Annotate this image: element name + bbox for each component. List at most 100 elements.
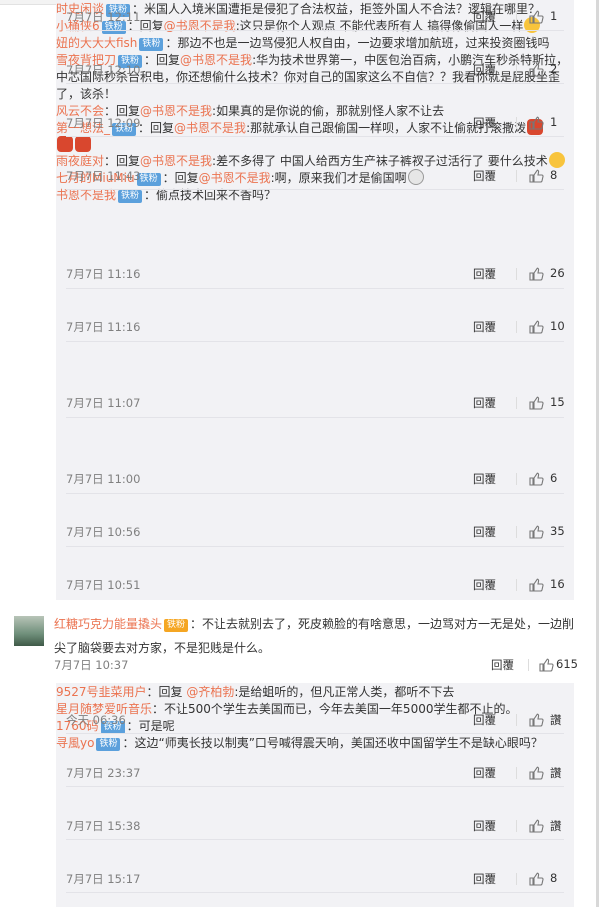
reply-button[interactable]: 回覆 (473, 395, 496, 411)
reply-text: 寻風yo 铁粉 ：这边“师夷长技以制夷”口号喊得震天响，美国还收中国留学生不是缺心眼… (56, 736, 543, 751)
username-link[interactable]: 红糖巧克力能量撬头 (54, 617, 162, 631)
like-count: 1 (550, 115, 558, 129)
thumbs-up-icon (529, 10, 544, 24)
like-button[interactable]: 16 (516, 577, 565, 593)
like-button[interactable]: 1 (516, 115, 562, 131)
reply-text: 9527号韭菜用户：回复 @齐柏勃:是给蛆听的，但凡正常人类，都听不下去 (56, 685, 455, 699)
thumbs-up-icon (529, 713, 544, 727)
comment-meta: 7月7日 10:56 回覆 35 (66, 524, 565, 540)
mention-link[interactable]: @齐柏勃 (186, 685, 234, 699)
timestamp: 7月7日 12:09 (66, 116, 141, 130)
reply-text: 雨夜庭对：回复@书恩不是我:差不多得了 中国人给西方生产袜子裤衩子过活行了 要什… (56, 152, 574, 169)
thumbs-up-icon (529, 766, 544, 780)
like-button[interactable]: 15 (516, 395, 565, 411)
reply-button[interactable]: 回覆 (473, 577, 496, 593)
fan-badge: 铁粉 (164, 619, 189, 632)
like-button[interactable]: 10 (516, 319, 565, 335)
username-link[interactable]: 雨夜庭对 (56, 154, 104, 168)
like-count: 2 (550, 62, 558, 76)
reply-button[interactable]: 回覆 (473, 319, 496, 335)
fan-badge: 铁粉 (96, 738, 121, 751)
timestamp: 7月7日 12:11 (66, 10, 141, 24)
like-button[interactable]: 8 (516, 168, 562, 184)
timestamp: 7月7日 11:43 (66, 169, 141, 183)
like-count: 35 (550, 524, 565, 538)
comment-meta: 7月7日 12:09 回覆 1 (66, 115, 562, 131)
comment-meta: 7月7日 23:37 回覆 讚 (66, 765, 562, 781)
like-count: 讚 (550, 819, 562, 833)
like-button[interactable]: 6 (516, 471, 562, 487)
fan-badge: 铁粉 (139, 38, 164, 51)
thumbs-up-icon (529, 525, 544, 539)
like-count: 615 (556, 657, 578, 671)
like-count: 6 (550, 471, 558, 485)
like-count: 26 (550, 266, 565, 280)
like-button[interactable]: 8 (516, 871, 562, 887)
reply-button[interactable]: 回覆 (473, 524, 496, 540)
username-link[interactable]: 寻風yo (56, 736, 94, 750)
like-button[interactable]: 1 (516, 9, 562, 25)
thumbs-up-icon (529, 169, 544, 183)
thumbs-up-icon (539, 658, 554, 672)
reply-button[interactable]: 回覆 (473, 712, 496, 728)
reply-thread-2: 9527号韭菜用户：回复 @齐柏勃:是给蛆听的，但凡正常人类，都听不下去 今天 … (56, 683, 574, 907)
reply-button[interactable]: 回覆 (473, 471, 496, 487)
username-link[interactable]: 9527号韭菜用户 (56, 685, 147, 699)
reply-thread-1: 7月7日 12:11 回覆 1 时史闲谈 铁粉 ：米国人入境米国遭拒是侵犯了合法权益… (56, 0, 574, 600)
emoji-icon (548, 152, 565, 168)
comment-meta: 7月7日 15:38 回覆 讚 (66, 818, 562, 834)
like-count: 15 (550, 395, 565, 409)
like-count: 1 (550, 9, 558, 23)
comment-meta: 7月7日 11:43 回覆 8 (66, 168, 562, 184)
timestamp: 7月7日 15:17 (66, 872, 141, 886)
like-button[interactable]: 615 (528, 657, 578, 673)
avatar[interactable] (14, 616, 44, 646)
thumbs-up-icon (529, 116, 544, 130)
comment-meta: 7月7日 11:07 回覆 15 (66, 395, 565, 411)
emoji-icon (57, 136, 73, 152)
timestamp: 7月7日 10:37 (54, 658, 129, 672)
fan-badge: 铁粉 (118, 190, 143, 203)
reply-button[interactable]: 回覆 (473, 115, 496, 131)
username-link[interactable]: 书恩不是我 (56, 188, 116, 202)
timestamp: 7月7日 10:51 (66, 578, 141, 592)
reply-button[interactable]: 回覆 (473, 266, 496, 282)
thumbs-up-icon (529, 267, 544, 281)
thumbs-up-icon (529, 578, 544, 592)
like-count: 8 (550, 871, 558, 885)
thumbs-up-icon (529, 819, 544, 833)
reply-button[interactable]: 回覆 (473, 818, 496, 834)
like-button[interactable]: 讚 (516, 765, 562, 781)
thumbs-up-icon (529, 396, 544, 410)
comment-meta: 7月7日 12:11 回覆 1 (66, 9, 562, 25)
reply-button[interactable]: 回覆 (473, 871, 496, 887)
comment-meta: 7月7日 11:16 回覆 10 (66, 319, 565, 335)
comment-meta: 7月7日 10:51 回覆 16 (66, 577, 565, 593)
like-button[interactable]: 讚 (516, 712, 562, 728)
comment-meta: 今天 06:36 回覆 讚 (66, 712, 562, 728)
emoji-icon (75, 136, 91, 152)
comment-meta: 7月7日 11:16 回覆 26 (66, 266, 565, 282)
like-count: 16 (550, 577, 565, 591)
reply-button[interactable]: 回覆 (491, 657, 514, 673)
reply-button[interactable]: 回覆 (473, 62, 496, 78)
comment-meta: 7月7日 15:17 回覆 8 (66, 871, 562, 887)
timestamp: 今天 06:36 (66, 713, 126, 727)
reply-button[interactable]: 回覆 (473, 168, 496, 184)
like-button[interactable]: 35 (516, 524, 565, 540)
like-button[interactable]: 26 (516, 266, 565, 282)
timestamp: 7月7日 15:38 (66, 819, 141, 833)
comment-meta: 7月7日 11:00 回覆 6 (66, 471, 562, 487)
like-button[interactable]: 2 (516, 62, 562, 78)
mention-link[interactable]: @书恩不是我 (140, 154, 212, 168)
like-count: 10 (550, 319, 565, 333)
timestamp: 7月7日 10:56 (66, 525, 141, 539)
timestamp: 7月7日 11:07 (66, 396, 141, 410)
reply-button[interactable]: 回覆 (473, 765, 496, 781)
comment-meta: 7月7日 10:37 回覆 615 (54, 657, 578, 673)
timestamp: 7月7日 23:37 (66, 766, 141, 780)
username-link[interactable]: 妞的大大大fish (56, 36, 137, 50)
thumbs-up-icon (529, 472, 544, 486)
like-button[interactable]: 讚 (516, 818, 562, 834)
reply-button[interactable]: 回覆 (473, 9, 496, 25)
